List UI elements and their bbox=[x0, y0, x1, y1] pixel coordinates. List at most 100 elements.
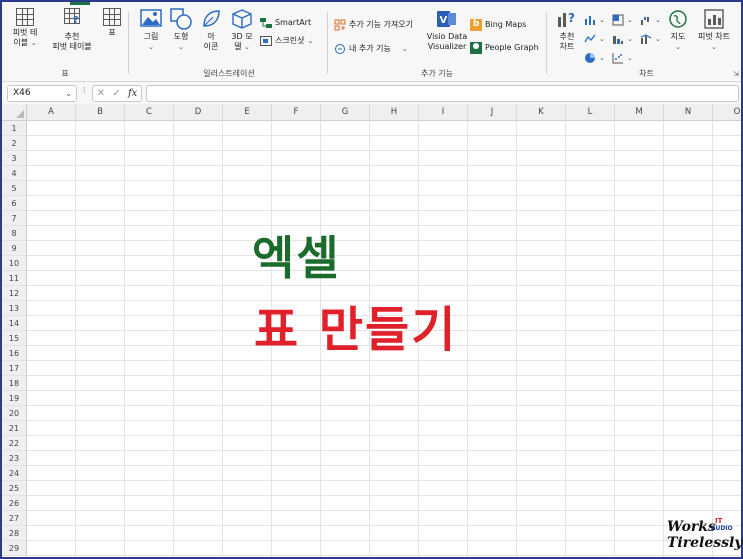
table-button[interactable]: 표 bbox=[102, 8, 122, 38]
icons-button[interactable]: 아 이콘 bbox=[198, 8, 224, 52]
column-header[interactable]: N bbox=[664, 104, 713, 121]
row-header[interactable]: 25 bbox=[2, 481, 26, 496]
insert-function-icon[interactable]: fx bbox=[128, 86, 137, 101]
row-header[interactable]: 15 bbox=[2, 331, 26, 346]
shapes-button[interactable]: 도형 ⌄ bbox=[168, 8, 194, 52]
recommended-charts-button[interactable]: ? 추천 차트 bbox=[554, 8, 580, 52]
hierarchy-chart-button[interactable]: ⌄ bbox=[612, 13, 633, 27]
row-header[interactable]: 17 bbox=[2, 361, 26, 376]
column-header[interactable]: L bbox=[566, 104, 615, 121]
row-header[interactable]: 14 bbox=[2, 316, 26, 331]
column-header[interactable]: I bbox=[419, 104, 468, 121]
column-header[interactable]: K bbox=[517, 104, 566, 121]
line-chart-button[interactable]: ⌄ bbox=[584, 32, 605, 46]
bing-icon: b bbox=[470, 19, 482, 31]
row-header[interactable]: 26 bbox=[2, 496, 26, 511]
column-header[interactable]: M bbox=[615, 104, 664, 121]
row-header[interactable]: 6 bbox=[2, 196, 26, 211]
formula-input[interactable] bbox=[146, 85, 739, 102]
3d-models-button[interactable]: 3D 모 델 ⌄ bbox=[228, 8, 256, 52]
column-header[interactable]: G bbox=[321, 104, 370, 121]
smartart-button[interactable]: SmartArt bbox=[260, 16, 311, 30]
scatter-chart-button[interactable]: ⌄ bbox=[612, 51, 633, 65]
row-header[interactable]: 16 bbox=[2, 346, 26, 361]
row-header[interactable]: 11 bbox=[2, 271, 26, 286]
scatter-chart-icon bbox=[612, 52, 624, 64]
row-header[interactable]: 20 bbox=[2, 406, 26, 421]
row-header[interactable]: 22 bbox=[2, 436, 26, 451]
chevron-down-icon: ⌄ bbox=[178, 43, 184, 51]
addins-group-label: 추가 기능 bbox=[421, 69, 453, 78]
row-header[interactable]: 29 bbox=[2, 541, 26, 556]
screenshot-button[interactable]: 스크린샷 ⌄ bbox=[260, 34, 313, 48]
get-addins-button[interactable]: 추가 기능 가져오기 bbox=[334, 18, 413, 32]
row-header[interactable]: 2 bbox=[2, 136, 26, 151]
row-header[interactable]: 9 bbox=[2, 241, 26, 256]
recommended-pivot-table-button[interactable]: ? 추천 피벗 테이블 bbox=[46, 8, 98, 52]
row-header[interactable]: 27 bbox=[2, 511, 26, 526]
row-header[interactable]: 4 bbox=[2, 166, 26, 181]
column-header[interactable]: D bbox=[174, 104, 223, 121]
chevron-down-icon: ⌄ bbox=[599, 16, 605, 24]
row-header[interactable]: 24 bbox=[2, 466, 26, 481]
pie-chart-icon bbox=[584, 52, 596, 64]
screenshot-icon bbox=[260, 35, 272, 47]
table-group: 피벗 테 이블 ⌄ ? 추천 피벗 테이블 표 표 bbox=[6, 8, 124, 80]
combo-chart-button[interactable]: ⌄ bbox=[640, 32, 661, 46]
column-header[interactable]: O bbox=[713, 104, 741, 121]
row-header[interactable]: 5 bbox=[2, 181, 26, 196]
row-header[interactable]: 13 bbox=[2, 301, 26, 316]
logo-badge-audio: AUDIO bbox=[711, 525, 733, 532]
bing-maps-button[interactable]: b Bing Maps bbox=[470, 18, 526, 32]
globe-icon bbox=[667, 8, 689, 30]
cube-icon bbox=[231, 8, 253, 30]
pictures-button[interactable]: 그림 ⌄ bbox=[138, 8, 164, 52]
people-graph-button[interactable]: People Graph bbox=[470, 41, 539, 55]
column-headers: ABCDEFGHIJKLMNO bbox=[27, 104, 741, 121]
pivot-table-button[interactable]: 피벗 테 이블 ⌄ bbox=[10, 8, 40, 48]
formula-buttons: ✕ ✓ fx bbox=[92, 85, 142, 102]
row-header[interactable]: 28 bbox=[2, 526, 26, 541]
pivot-chart-button[interactable]: 피벗 차트 ⌄ bbox=[694, 8, 734, 52]
confirm-icon[interactable]: ✓ bbox=[112, 86, 120, 101]
combo-chart-icon bbox=[640, 33, 652, 45]
row-header[interactable]: 3 bbox=[2, 151, 26, 166]
column-chart-button[interactable]: ⌄ bbox=[584, 13, 605, 27]
row-header[interactable]: 7 bbox=[2, 211, 26, 226]
maps-button[interactable]: 지도 ⌄ bbox=[666, 8, 690, 52]
chevron-down-icon: ⌄ bbox=[148, 43, 154, 51]
row-header[interactable]: 18 bbox=[2, 376, 26, 391]
waterfall-chart-button[interactable]: ⌄ bbox=[640, 13, 661, 27]
row-header[interactable]: 8 bbox=[2, 226, 26, 241]
row-header[interactable]: 21 bbox=[2, 421, 26, 436]
illustrations-group-label: 일러스트레이션 bbox=[203, 69, 255, 78]
column-header[interactable]: H bbox=[370, 104, 419, 121]
name-box[interactable]: X46 ⌄ bbox=[7, 85, 77, 102]
pie-chart-button[interactable]: ⌄ bbox=[584, 51, 605, 65]
column-header[interactable]: C bbox=[125, 104, 174, 121]
row-header[interactable]: 10 bbox=[2, 256, 26, 271]
select-all-button[interactable] bbox=[2, 104, 27, 121]
column-header[interactable]: B bbox=[76, 104, 125, 121]
illustrations-group: 그림 ⌄ 도형 ⌄ 아 이콘 3D 모 델 ⌄ SmartArt 스크린샷 ⌄ … bbox=[134, 8, 324, 80]
column-header[interactable]: F bbox=[272, 104, 321, 121]
my-addins-button[interactable]: 내 추가 기능 ⌄ bbox=[334, 42, 408, 56]
row-header[interactable]: 12 bbox=[2, 286, 26, 301]
cancel-icon[interactable]: ✕ bbox=[97, 86, 105, 101]
row-header[interactable]: 1 bbox=[2, 121, 26, 136]
row-header[interactable]: 19 bbox=[2, 391, 26, 406]
line-chart-icon bbox=[584, 33, 596, 45]
column-header[interactable]: A bbox=[27, 104, 76, 121]
column-header[interactable]: E bbox=[223, 104, 272, 121]
more-options-icon[interactable]: ⁝ bbox=[83, 86, 86, 96]
dialog-launcher-icon[interactable]: ⇲ bbox=[733, 70, 739, 78]
column-header[interactable]: J bbox=[468, 104, 517, 121]
charts-group: ? 추천 차트 ⌄ ⌄ ⌄ ⌄ ⌄ ⌄ ⌄ ⌄ 지도 ⌄ 피벗 차트 ⌄ 차트 … bbox=[552, 8, 741, 80]
chevron-down-icon: ⌄ bbox=[711, 43, 717, 51]
visio-visualizer-button[interactable]: V Visio Data Visualizer bbox=[424, 8, 470, 52]
title-line-1: 엑셀 bbox=[252, 231, 341, 285]
title-line-2: 표 만들기 bbox=[254, 302, 458, 358]
statistic-chart-button[interactable]: ⌄ bbox=[612, 32, 633, 46]
row-header[interactable]: 23 bbox=[2, 451, 26, 466]
logo-line-1: Works bbox=[667, 519, 716, 535]
